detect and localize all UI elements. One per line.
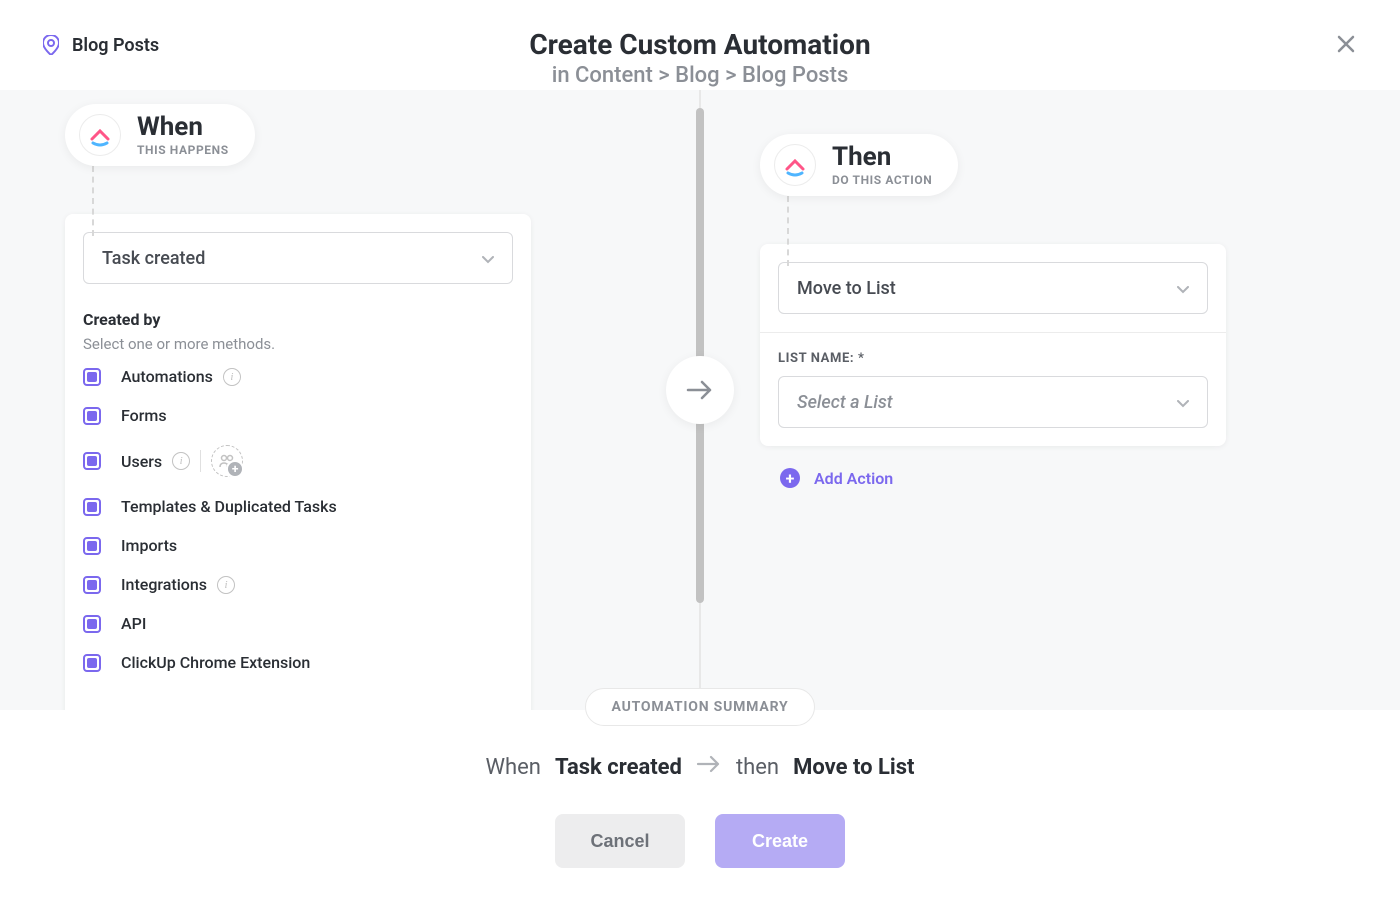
info-icon[interactable]: i (223, 368, 241, 386)
then-column: Then DO THIS ACTION Move to List LIST NA… (760, 134, 1230, 488)
list-select[interactable]: Select a List (778, 376, 1208, 428)
chevron-down-icon (1177, 279, 1189, 298)
checklist-label: ClickUp Chrome Extension (121, 653, 310, 672)
action-selected-label: Move to List (797, 278, 896, 299)
location-icon (42, 34, 60, 56)
checklist-label: Imports (121, 536, 177, 555)
checkbox[interactable] (83, 576, 101, 594)
add-action-label: Add Action (814, 469, 893, 488)
when-badge: When THIS HAPPENS (65, 104, 255, 166)
breadcrumb: in Content > Blog > Blog Posts (40, 63, 1360, 88)
checklist-row: Forms (83, 406, 513, 425)
when-connector (92, 166, 94, 236)
checklist-label: Automations i (121, 367, 241, 386)
header-center: Create Custom Automation in Content > Bl… (40, 28, 1360, 88)
clickup-logo-icon (79, 114, 121, 156)
context-location[interactable]: Blog Posts (42, 34, 159, 56)
checklist-row: Automations i (83, 367, 513, 386)
chevron-down-icon (1177, 393, 1189, 412)
created-by-checklist: AutomationsiFormsUsersiTemplates & Dupli… (83, 367, 513, 672)
footer-buttons: Cancel Create (555, 814, 845, 868)
when-subtitle: THIS HAPPENS (137, 144, 229, 156)
info-icon[interactable]: i (172, 452, 190, 470)
when-column: When THIS HAPPENS Task created Created b… (65, 104, 535, 710)
plus-icon: + (780, 468, 800, 488)
then-badge: Then DO THIS ACTION (760, 134, 958, 196)
created-by-label: Created by (83, 310, 513, 329)
checkbox[interactable] (83, 498, 101, 516)
info-icon[interactable]: i (217, 576, 235, 594)
close-button[interactable] (1334, 32, 1358, 56)
automation-canvas: When THIS HAPPENS Task created Created b… (0, 90, 1400, 710)
then-title: Then (832, 144, 932, 170)
summary-when-value: Task created (555, 755, 682, 780)
checklist-label-text: Forms (121, 406, 167, 425)
footer: AUTOMATION SUMMARY When Task created the… (0, 710, 1400, 868)
checklist-label-text: API (121, 614, 146, 633)
checklist-row: Integrations i (83, 575, 513, 594)
add-assignee-icon[interactable] (211, 445, 243, 477)
card-divider (760, 332, 1226, 333)
checklist-label-text: Imports (121, 536, 177, 555)
header: Blog Posts Create Custom Automation in C… (0, 0, 1400, 90)
then-connector (787, 196, 789, 266)
checklist-row: ClickUp Chrome Extension (83, 653, 513, 672)
summary-then-prefix: then (736, 755, 779, 780)
create-button[interactable]: Create (715, 814, 845, 868)
checklist-label: Usersi (121, 445, 243, 477)
checklist-row: API (83, 614, 513, 633)
checklist-label-text: Automations (121, 367, 213, 386)
checklist-label: Integrations i (121, 575, 235, 594)
created-by-hint: Select one or more methods. (83, 335, 513, 353)
list-placeholder: Select a List (797, 392, 893, 413)
then-subtitle: DO THIS ACTION (832, 174, 932, 186)
checklist-row: Templates & Duplicated Tasks (83, 497, 513, 516)
checkbox[interactable] (83, 537, 101, 555)
summary-pill: AUTOMATION SUMMARY (585, 688, 816, 726)
checkbox[interactable] (83, 368, 101, 386)
trigger-select[interactable]: Task created (83, 232, 513, 284)
when-card: Task created Created by Select one or mo… (65, 214, 531, 710)
checklist-label-text: Users (121, 452, 162, 471)
clickup-logo-icon (774, 144, 816, 186)
when-title: When (137, 114, 229, 140)
checklist-label: API (121, 614, 146, 633)
checklist-label-text: ClickUp Chrome Extension (121, 653, 310, 672)
checkbox[interactable] (83, 615, 101, 633)
checkbox[interactable] (83, 452, 101, 470)
page-title: Create Custom Automation (40, 28, 1360, 61)
context-name: Blog Posts (72, 35, 159, 56)
trigger-selected-label: Task created (102, 248, 205, 269)
cancel-button[interactable]: Cancel (555, 814, 685, 868)
checklist-label-text: Templates & Duplicated Tasks (121, 497, 337, 516)
flow-arrow-icon (666, 356, 734, 424)
summary-when-prefix: When (486, 755, 541, 780)
summary-then-value: Move to List (793, 755, 914, 780)
arrow-right-icon (696, 754, 722, 780)
checklist-row: Usersi (83, 445, 513, 477)
checklist-label: Forms (121, 406, 167, 425)
add-action-button[interactable]: + Add Action (760, 468, 1230, 488)
action-select[interactable]: Move to List (778, 262, 1208, 314)
separator (200, 450, 201, 472)
then-card: Move to List LIST NAME: * Select a List (760, 244, 1226, 446)
summary-line: When Task created then Move to List (486, 754, 915, 780)
checkbox[interactable] (83, 407, 101, 425)
checklist-label-text: Integrations (121, 575, 207, 594)
checkbox[interactable] (83, 654, 101, 672)
checklist-row: Imports (83, 536, 513, 555)
chevron-down-icon (482, 249, 494, 268)
list-name-label: LIST NAME: * (778, 351, 1208, 366)
checklist-label: Templates & Duplicated Tasks (121, 497, 337, 516)
